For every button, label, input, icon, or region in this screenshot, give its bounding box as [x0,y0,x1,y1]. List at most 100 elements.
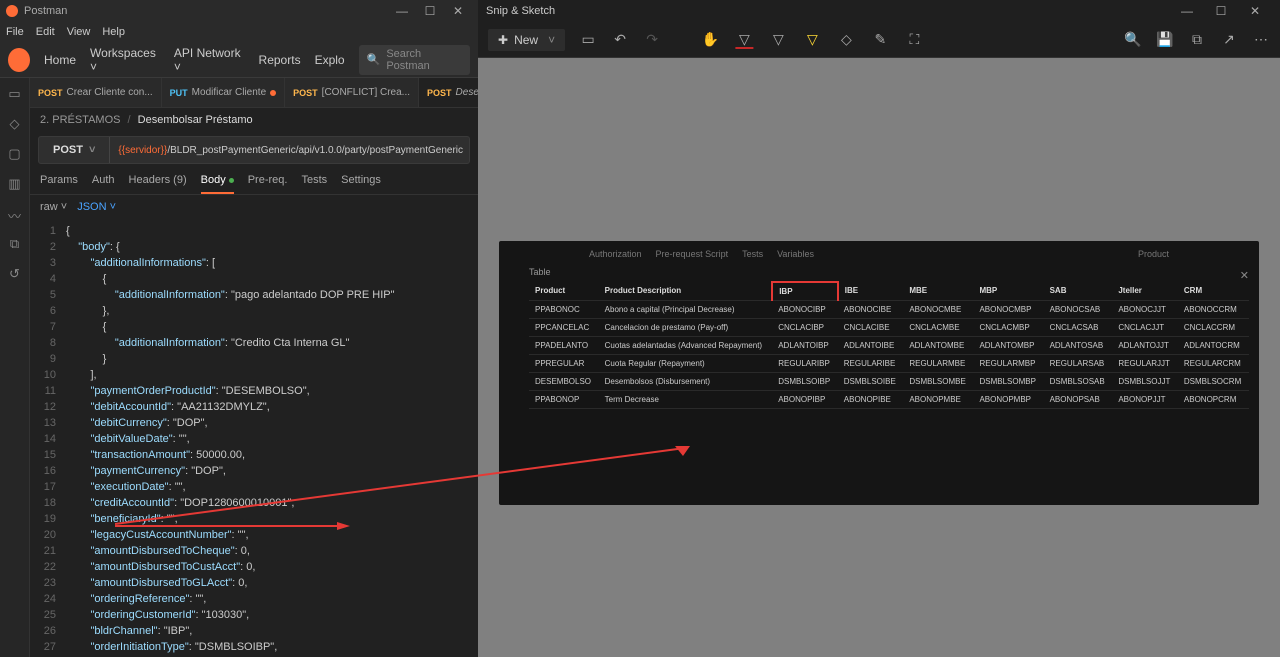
postman-sidebar: ▭ ◇ ▢ ▥ 〰 ⧉ ↺ [0,78,30,657]
product-table: ProductProduct DescriptionIBPIBEMBEMBPSA… [529,281,1249,409]
menu-edit[interactable]: Edit [36,26,55,38]
table-cell: DSMBLSOMBP [973,372,1043,390]
snip-new-icon: ✚ [498,33,508,47]
more-icon[interactable]: ⋯ [1252,31,1270,49]
reqtab-settings[interactable]: Settings [341,174,381,194]
menu-view[interactable]: View [67,26,91,38]
snip-titlebar: Snip & Sketch — ☐ ✕ [478,0,1280,22]
mock-icon[interactable]: ▥ [7,176,23,192]
nav-explore[interactable]: Explo [315,53,345,67]
table-cell: CNCLACIBE [838,318,904,336]
snip-new-label: New [514,33,538,47]
reqtab-headers[interactable]: Headers (9) [129,174,187,194]
table-cell: ABONOPIBE [838,390,904,408]
reqtab-prereq[interactable]: Pre-req. [248,174,288,194]
menu-file[interactable]: File [6,26,24,38]
table-cell: CNCLACMBE [903,318,973,336]
tab-label: Modificar Cliente [192,87,266,98]
code-line: 16 "paymentCurrency": "DOP", [30,463,478,479]
maximize-button[interactable]: ☐ [416,4,444,18]
snip-minimize-button[interactable]: — [1170,4,1204,18]
snip-close-button[interactable]: ✕ [1238,4,1272,18]
save-icon[interactable]: 💾 [1156,31,1174,49]
request-tab-0[interactable]: POSTCrear Cliente con... [30,78,162,107]
table-header: CRM [1178,282,1249,301]
tab-method: PUT [170,88,188,98]
code-line: 10 ], [30,367,478,383]
open-icon[interactable]: ▭ [579,31,597,49]
monitor-icon[interactable]: 〰 [7,206,23,222]
table-cell: REGULARMBE [903,354,973,372]
snip-maximize-button[interactable]: ☐ [1204,4,1238,18]
request-tab-1[interactable]: PUT Modificar Cliente [162,78,285,107]
code-line: 20 "legacyCustAccountNumber": "", [30,527,478,543]
snip-new-button[interactable]: ✚ New ˅ [488,29,565,51]
search-placeholder: Search Postman [386,48,462,72]
url-input[interactable]: {{servidor}}/BLDR_postPaymentGeneric/api… [110,145,469,156]
copy-icon[interactable]: ⧉ [1188,31,1206,49]
nav-reports[interactable]: Reports [259,53,301,67]
code-line: 14 "debitValueDate": "", [30,431,478,447]
code-line: 9 } [30,351,478,367]
tab-method: POST [293,88,318,98]
search-input[interactable]: 🔍 Search Postman [359,45,470,75]
snip-tab-auth: Authorization [589,249,642,259]
touch-icon[interactable]: ✋ [701,31,719,49]
table-cell: DSMBLSOJJT [1112,372,1178,390]
nav-api-network[interactable]: API Network ˅ [174,46,245,74]
postman-title: Postman [24,5,67,17]
redo-icon[interactable]: ↷ [643,31,661,49]
apis-icon[interactable]: ◇ [7,116,23,132]
table-header: MBP [973,282,1043,301]
crop-icon[interactable]: ⛶ [905,31,923,49]
history-icon[interactable]: ↺ [7,266,23,282]
eraser-icon[interactable]: ◇ [837,31,855,49]
snip-canvas[interactable]: Authorization Pre-request Script Tests V… [478,58,1280,657]
table-cell: REGULARIBP [772,354,838,372]
reqtab-body[interactable]: Body [201,174,234,194]
table-header: MBE [903,282,973,301]
json-toggle[interactable]: JSON ˅ [77,201,116,213]
ruler-icon[interactable]: ✎ [871,31,889,49]
nav-workspaces[interactable]: Workspaces ˅ [90,46,160,74]
snip-tab-tests: Tests [742,249,763,259]
code-editor[interactable]: 1{2 "body": {3 "additionalInformations":… [30,219,478,657]
highlighter-icon[interactable]: ▽ [803,31,821,49]
request-tab-2[interactable]: POST[CONFLICT] Crea... [285,78,419,107]
flow-icon[interactable]: ⧉ [7,236,23,252]
zoom-icon[interactable]: 🔍 [1124,31,1142,49]
code-line: 13 "debitCurrency": "DOP", [30,415,478,431]
table-cell: DSMBLSOSAB [1044,372,1113,390]
table-cell: ADLANTOCRM [1178,336,1249,354]
collections-icon[interactable]: ▭ [7,86,23,102]
table-row: PPABONOPTerm DecreaseABONOPIBPABONOPIBEA… [529,390,1249,408]
breadcrumb-parent[interactable]: 2. PRÉSTAMOS [40,114,120,126]
share-icon[interactable]: ↗ [1220,31,1238,49]
pen2-icon[interactable]: ▽ [769,31,787,49]
table-cell: PPABONOP [529,390,599,408]
close-button[interactable]: ✕ [444,4,472,18]
code-line: 8 "additionalInformation": "Credito Cta … [30,335,478,351]
reqtab-params[interactable]: Params [40,174,78,194]
table-cell: ABONOCIBP [772,300,838,318]
undo-icon[interactable]: ↶ [611,31,629,49]
snip-tab-prereq: Pre-request Script [656,249,729,259]
table-cell: ADLANTOJJT [1112,336,1178,354]
env-icon[interactable]: ▢ [7,146,23,162]
raw-toggle[interactable]: raw ˅ [40,201,67,213]
table-cell: ABONOCMBP [973,300,1043,318]
table-cell: ABONOPMBE [903,390,973,408]
code-line: 23 "amountDisbursedToGLAcct": 0, [30,575,478,591]
method-select[interactable]: POST˅ [39,137,110,163]
pen-red-icon[interactable]: ▽ [735,31,753,49]
reqtab-tests[interactable]: Tests [301,174,327,194]
table-cell: ABONOCMBE [903,300,973,318]
table-row: PPADELANTOCuotas adelantadas (Advanced R… [529,336,1249,354]
nav-home[interactable]: Home [44,53,76,67]
menu-help[interactable]: Help [102,26,125,38]
reqtab-auth[interactable]: Auth [92,174,115,194]
table-cell: REGULARJJT [1112,354,1178,372]
unsaved-dot-icon [270,90,276,96]
postman-icon[interactable] [8,48,30,72]
minimize-button[interactable]: — [388,4,416,18]
